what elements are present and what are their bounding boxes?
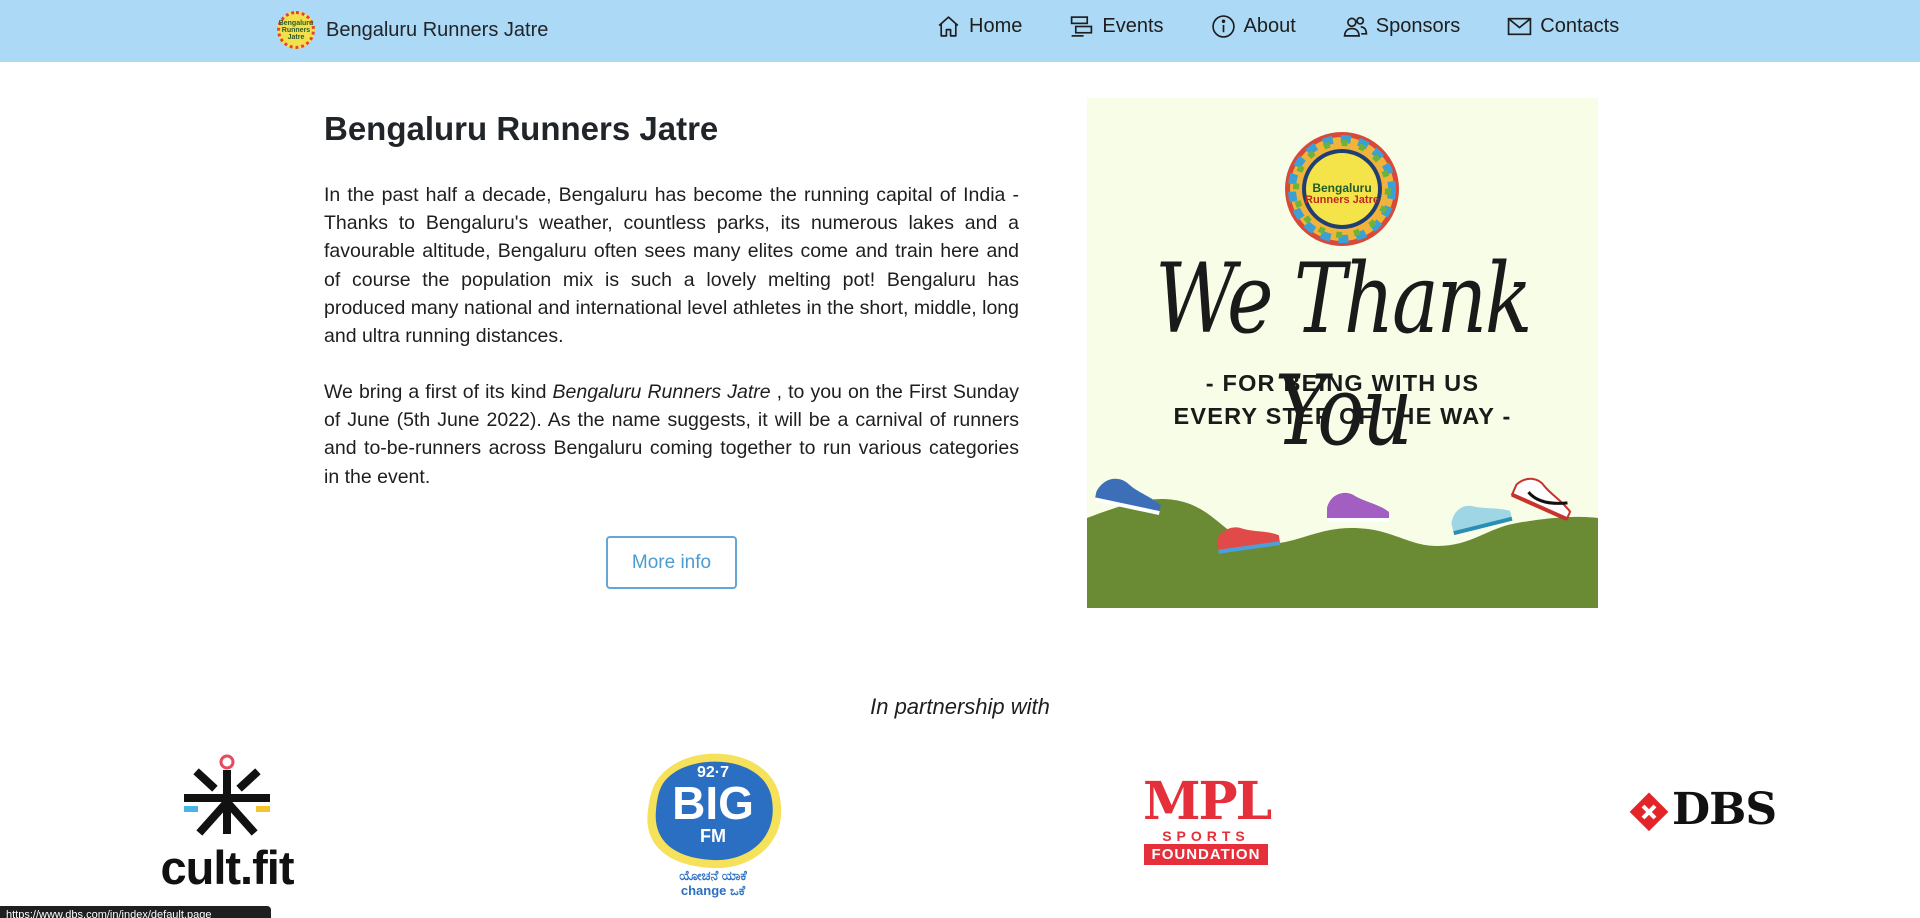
nav-home-label: Home <box>969 15 1023 37</box>
mpl-sports: SPORTS <box>1162 828 1250 844</box>
nav-sponsors[interactable]: Sponsors <box>1343 14 1461 39</box>
brand-name: Bengaluru Runners Jatre <box>326 18 549 41</box>
poster-line-1: - FOR BEING WITH US <box>1205 370 1480 396</box>
mpl-foundation-band: FOUNDATION <box>1144 844 1268 865</box>
shoe-purple <box>1327 492 1389 522</box>
main-nav: Home Events About Sponsors Contacts <box>936 14 1619 39</box>
nav-contacts-label: Contacts <box>1540 15 1620 37</box>
shoe-nike <box>1510 477 1572 521</box>
top-navbar: Bengaluru Runners Jatre Bengaluru Runners… <box>0 0 1920 62</box>
event-paragraph: We bring a first of its kind Bengaluru R… <box>324 381 1019 488</box>
home-icon <box>938 16 959 37</box>
brand-link[interactable]: Bengaluru Runners Jatre Bengaluru Runners… <box>277 10 548 50</box>
events-icon <box>1071 16 1093 37</box>
nav-home[interactable]: Home <box>936 14 1022 39</box>
cultfit-logo[interactable]: cult.fit <box>154 752 300 894</box>
brand-logo-text: Bengaluru Runners Jatre <box>278 19 314 41</box>
info-icon <box>1211 15 1235 38</box>
cultfit-mark-icon <box>184 754 270 836</box>
partners-heading: In partnership with <box>870 694 1050 719</box>
dbs-logo[interactable]: DBS <box>1628 784 1777 835</box>
nav-sponsors-label: Sponsors <box>1375 15 1461 37</box>
intro-paragraph: In the past half a decade, Bengaluru has… <box>324 184 1019 348</box>
poster-headline: We Thank You <box>1155 243 1532 467</box>
dbs-star-icon <box>1629 792 1669 832</box>
bigfm-tagline: change ಒಕೆ <box>680 883 746 898</box>
nav-events-label: Events <box>1102 15 1164 37</box>
nav-contacts[interactable]: Contacts <box>1507 14 1619 39</box>
cultfit-wordmark: cult.fit <box>160 841 295 894</box>
page-title: Bengaluru Runners Jatre <box>324 110 719 147</box>
link-status-bar: https://www.dbs.com/in/index/default.pag… <box>0 906 271 918</box>
envelope-icon <box>1508 17 1532 36</box>
people-icon <box>1343 16 1368 37</box>
poster-line-2: EVERY STEP OF THE WAY - <box>1173 403 1512 429</box>
more-info-button[interactable]: More info <box>606 536 737 589</box>
mpl-wordmark: MPL <box>1143 771 1272 832</box>
poster-logo-text: Bengaluru Runners Jatre <box>1305 181 1379 206</box>
brand-logo: Bengaluru Runners Jatre <box>277 11 315 49</box>
bigfm-sub: FM <box>700 826 726 846</box>
dbs-wordmark: DBS <box>1672 784 1777 835</box>
bigfm-tagline-local: ಯೋಚನೆ ಯಾಕೆ <box>679 868 747 883</box>
mpl-sports-foundation-logo[interactable]: MPL SPORTS FOUNDATION <box>1143 776 1272 865</box>
nav-about-label: About <box>1243 15 1296 37</box>
nav-events[interactable]: Events <box>1069 14 1164 39</box>
nav-about[interactable]: About <box>1211 14 1296 39</box>
event-name-emphasis: Bengaluru Runners Jatre <box>552 381 771 403</box>
thank-you-poster: Bengaluru Runners Jatre We Thank You - F… <box>1087 98 1598 608</box>
bigfm-main: BIG <box>672 777 754 829</box>
bigfm-logo[interactable]: 92·7 BIG FM ಯೋಚನೆ ಯಾಕೆ change ಒಕೆ <box>643 750 783 898</box>
status-url: https://www.dbs.com/in/index/default.pag… <box>6 909 212 918</box>
